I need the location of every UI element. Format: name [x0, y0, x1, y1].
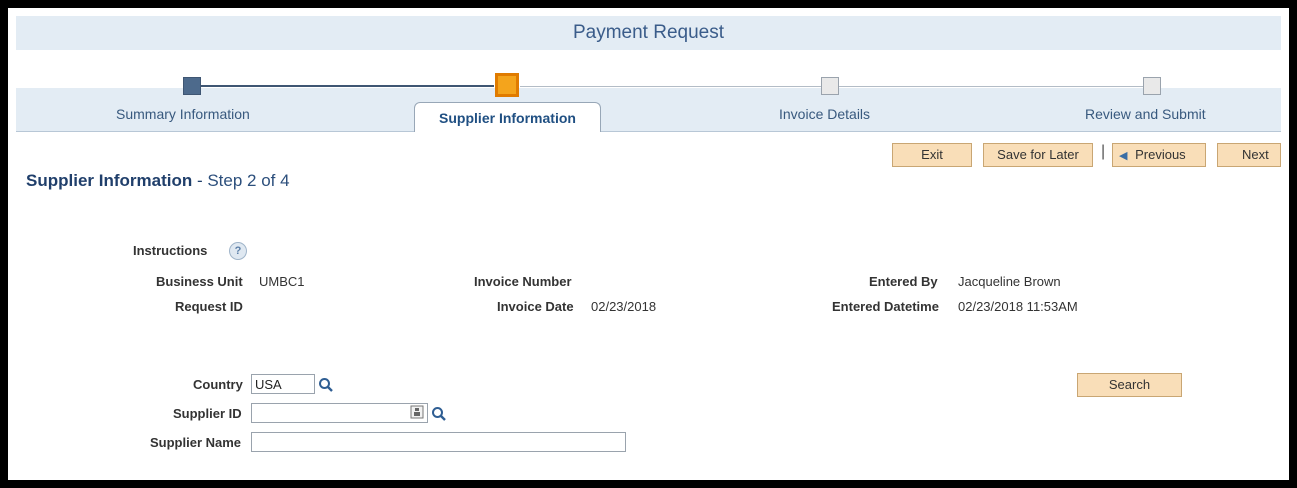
header-title: Payment Request	[572, 22, 725, 43]
business-unit-label: Business Unit	[156, 274, 243, 289]
step-node-review[interactable]	[1143, 77, 1161, 95]
request-id-label: Request ID	[175, 299, 243, 314]
train-line-done	[201, 85, 494, 87]
save-for-later-button[interactable]: Save for Later	[983, 143, 1093, 167]
invoice-number-label: Invoice Number	[474, 274, 572, 289]
business-unit-value: UMBC1	[259, 274, 305, 289]
entered-by-value: Jacqueline Brown	[958, 274, 1061, 289]
chevron-left-icon: ◀	[1119, 150, 1128, 162]
supplier-name-input[interactable]	[251, 432, 626, 452]
page-title: Supplier Information - Step 2 of 4	[26, 171, 290, 191]
magnifier-icon[interactable]	[318, 377, 334, 393]
lookup-icon[interactable]	[410, 405, 424, 419]
country-input[interactable]	[251, 374, 315, 394]
invoice-date-label: Invoice Date	[497, 299, 574, 314]
help-icon[interactable]: ?	[229, 242, 247, 260]
invoice-date-value: 02/23/2018	[591, 299, 657, 314]
entered-datetime-value: 02/23/2018 11:53AM	[958, 299, 1078, 314]
supplier-name-label: Supplier Name	[150, 435, 242, 450]
step-node-summary[interactable]	[183, 77, 201, 95]
previous-label: Previous	[1135, 147, 1186, 162]
exit-button[interactable]: Exit	[892, 143, 972, 167]
train-line-todo-2	[838, 86, 1143, 87]
step-link-review[interactable]: Review and Submit	[1085, 106, 1206, 122]
page-title-text: Supplier Information	[26, 171, 193, 190]
train-line-todo-1	[520, 86, 822, 87]
step-link-invoice[interactable]: Invoice Details	[779, 106, 870, 122]
entered-by-label: Entered By	[869, 274, 938, 289]
page-step-text: Step 2 of 4	[207, 171, 290, 190]
step-node-supplier[interactable]	[495, 73, 519, 97]
country-label: Country	[193, 377, 243, 392]
step-link-summary[interactable]: Summary Information	[116, 106, 250, 122]
entered-datetime-label: Entered Datetime	[832, 299, 939, 314]
magnifier-icon[interactable]	[431, 406, 447, 422]
page-title-dash: -	[192, 171, 208, 190]
previous-button[interactable]: ◀ Previous	[1112, 143, 1206, 167]
supplier-id-input[interactable]	[251, 403, 428, 423]
search-button[interactable]: Search	[1077, 373, 1182, 397]
step-node-invoice[interactable]	[821, 77, 839, 95]
next-button[interactable]: Next	[1217, 143, 1281, 167]
supplier-id-label: Supplier ID	[173, 406, 242, 421]
toolbar-separator: |	[1101, 143, 1106, 160]
step-tab-supplier[interactable]: Supplier Information	[414, 102, 601, 132]
instructions-label: Instructions	[133, 243, 208, 258]
page-header: Payment Request	[16, 16, 1281, 50]
